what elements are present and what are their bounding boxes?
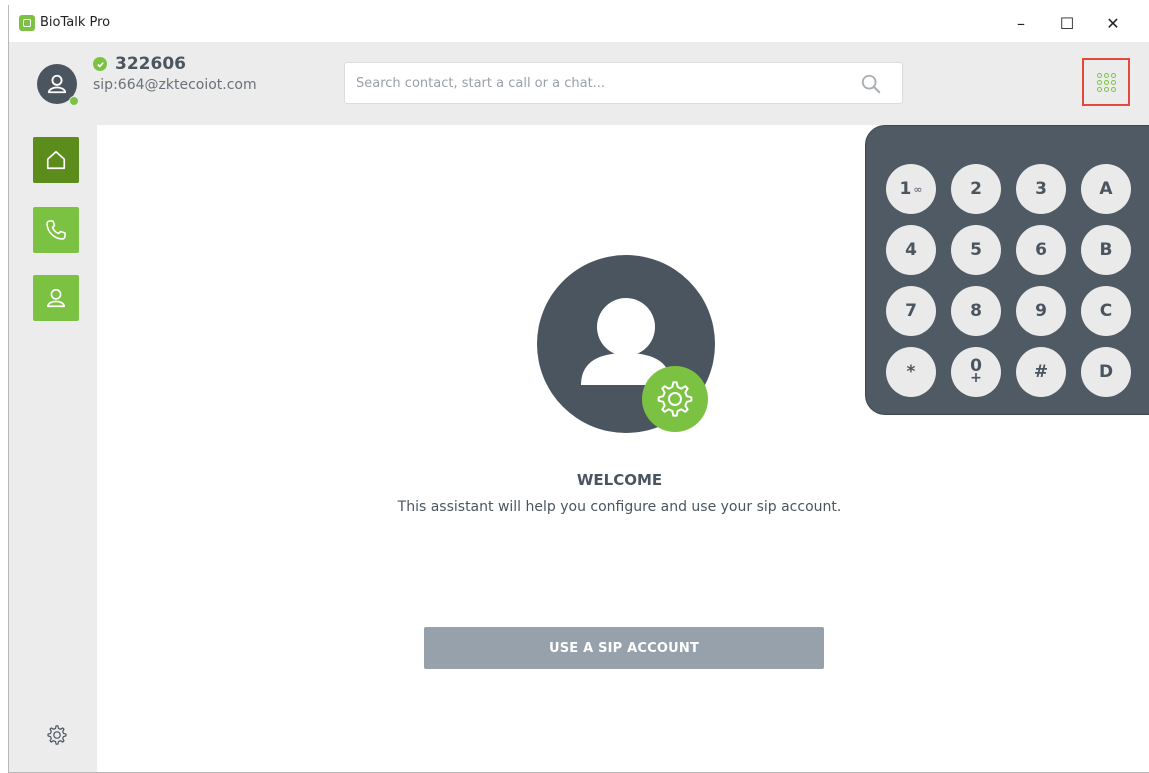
maximize-button[interactable]: ☐ [1044, 5, 1090, 42]
sidebar-item-calls[interactable] [33, 207, 79, 253]
user-display-name: 322606 [115, 54, 186, 74]
dialpad-key-8[interactable]: 8 [951, 286, 1001, 336]
dialpad-key-star[interactable]: * [886, 347, 936, 397]
welcome-description: This assistant will help you configure a… [397, 499, 842, 515]
user-sip-address: sip:664@zktecoiot.com [93, 77, 257, 93]
search-icon[interactable] [860, 73, 882, 95]
search-box [344, 62, 903, 104]
dialpad-key-1[interactable]: 1 ∞ [886, 164, 936, 214]
settings-badge [642, 366, 708, 432]
dialpad-key-4[interactable]: 4 [886, 225, 936, 275]
title-bar: BioTalk Pro – ☐ ✕ [9, 5, 1149, 42]
voicemail-icon: ∞ [913, 182, 923, 196]
sidebar-item-home[interactable] [33, 137, 79, 183]
window-title: BioTalk Pro [40, 15, 111, 30]
dialpad-key-9[interactable]: 9 [1016, 286, 1066, 336]
gear-icon [657, 381, 693, 417]
dialpad-key-2[interactable]: 2 [951, 164, 1001, 214]
gear-icon [47, 725, 67, 745]
dialpad-key-d[interactable]: D [1081, 347, 1131, 397]
person-icon [47, 74, 67, 94]
dialpad-panel: 1 ∞ 2 3 A 4 5 6 B 7 8 9 C * 0 + # D [865, 125, 1149, 415]
dialpad-key-c[interactable]: C [1081, 286, 1131, 336]
dialpad-key-b[interactable]: B [1081, 225, 1131, 275]
status-check-icon [93, 57, 107, 71]
dialpad-key-0[interactable]: 0 + [951, 347, 1001, 397]
dialpad-key-7[interactable]: 7 [886, 286, 936, 336]
search-input[interactable] [356, 63, 856, 103]
app-logo-icon [19, 15, 35, 31]
dialpad-key-6[interactable]: 6 [1016, 225, 1066, 275]
use-sip-account-button[interactable]: USE A SIP ACCOUNT [424, 627, 824, 669]
app-window: BioTalk Pro – ☐ ✕ 322606 sip:664@zktecoi… [8, 5, 1149, 773]
phone-icon [46, 220, 66, 240]
dialpad-key-hash[interactable]: # [1016, 347, 1066, 397]
presence-dot [69, 96, 79, 106]
welcome-title: WELCOME [576, 471, 663, 489]
dialpad-key-3[interactable]: 3 [1016, 164, 1066, 214]
dialpad-toggle-button[interactable] [1082, 58, 1130, 106]
sidebar-item-contacts[interactable] [33, 275, 79, 321]
contact-icon [46, 288, 66, 308]
header-bar: 322606 sip:664@zktecoiot.com [9, 42, 1149, 125]
dialpad-key-a[interactable]: A [1081, 164, 1131, 214]
sidebar [9, 125, 97, 772]
settings-button[interactable] [45, 723, 69, 747]
minimize-button[interactable]: – [998, 5, 1044, 42]
close-button[interactable]: ✕ [1090, 5, 1136, 42]
dialpad-grid-icon [1096, 72, 1116, 92]
dialpad-key-5[interactable]: 5 [951, 225, 1001, 275]
home-icon [46, 150, 66, 170]
